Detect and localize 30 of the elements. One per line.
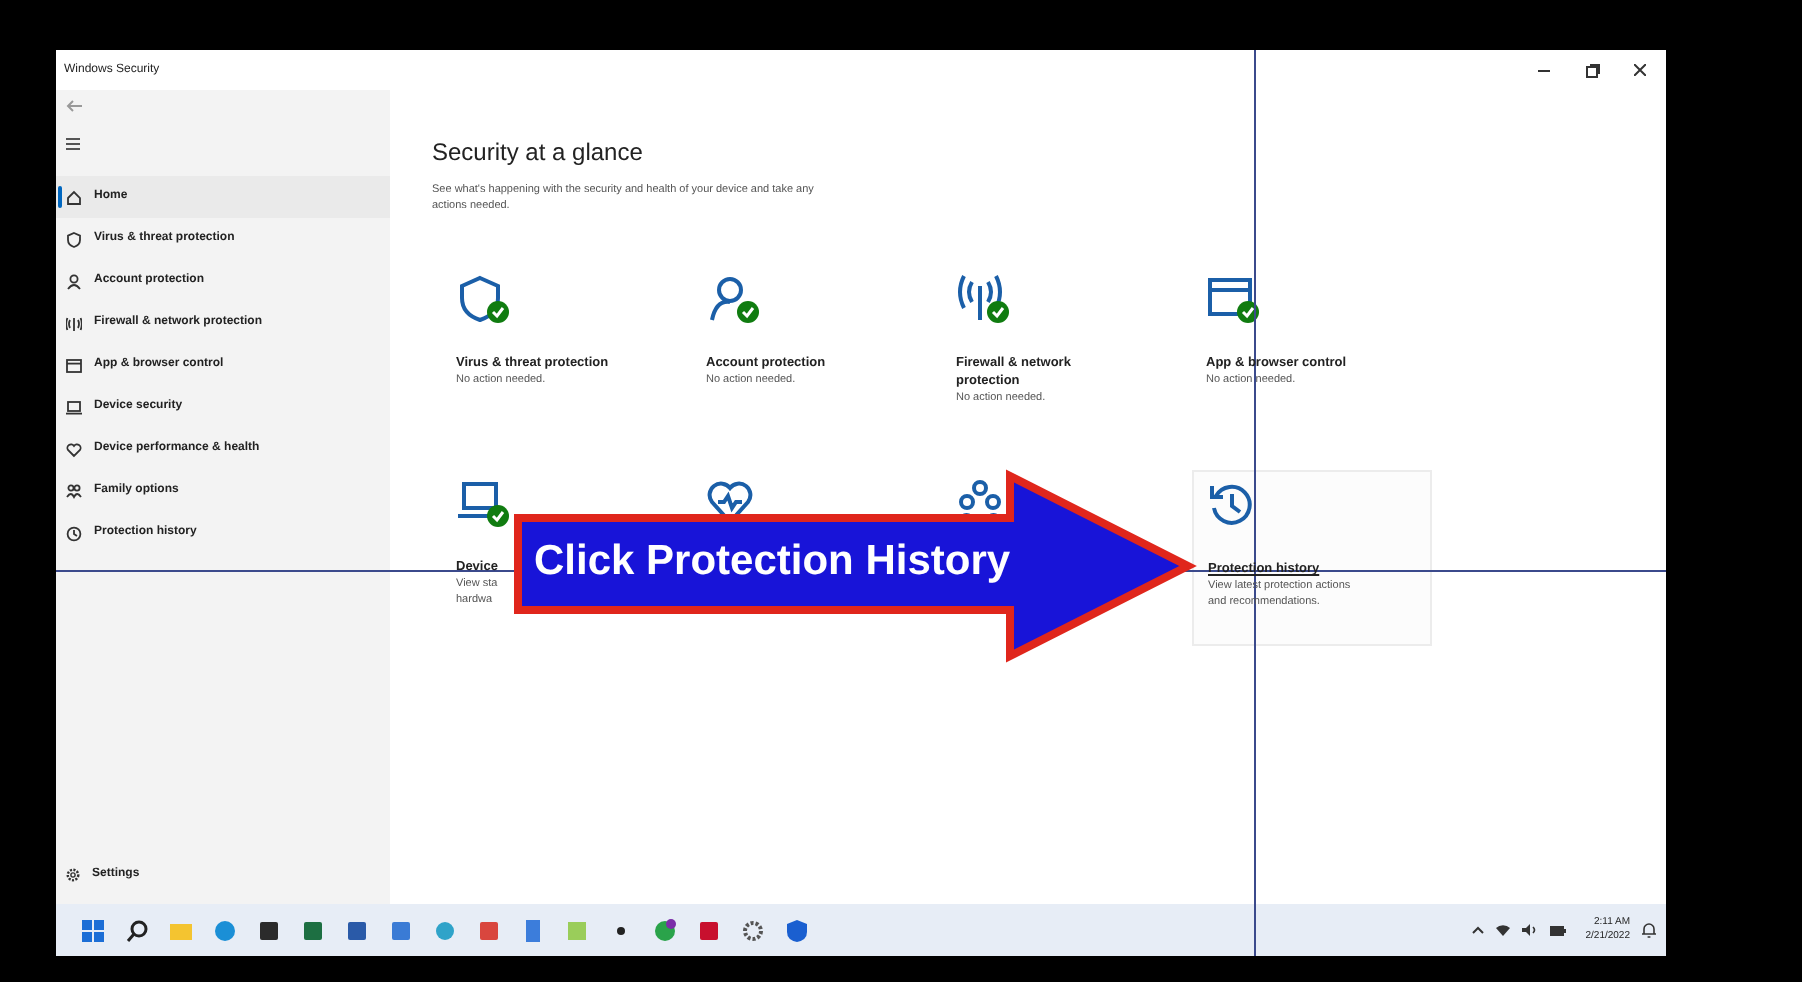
- battery-icon[interactable]: [1549, 925, 1566, 935]
- callout-text: Click Protection History: [534, 536, 1011, 588]
- browser-icon[interactable]: [212, 917, 238, 943]
- start-icon[interactable]: [80, 917, 106, 943]
- window-icon: [66, 357, 82, 373]
- restore-icon[interactable]: [1585, 63, 1599, 77]
- close-icon[interactable]: [1634, 64, 1646, 76]
- search-icon[interactable]: [124, 917, 150, 943]
- menu-icon[interactable]: [66, 138, 80, 150]
- chevron-up-icon[interactable]: [1471, 926, 1484, 934]
- wifi-icon[interactable]: [1495, 924, 1510, 936]
- people-icon: [66, 483, 82, 499]
- shield-icon[interactable]: [784, 917, 810, 943]
- shield-icon: [66, 231, 82, 247]
- app-icon[interactable]: [256, 917, 282, 943]
- house-icon: [66, 189, 82, 205]
- app-icon[interactable]: [652, 917, 678, 943]
- minimize-icon[interactable]: [1538, 69, 1550, 71]
- bell-icon[interactable]: [1642, 922, 1656, 938]
- page-heading: Security at a glance: [432, 136, 645, 170]
- laptop-icon: [66, 399, 82, 415]
- selection-indicator: [58, 186, 62, 208]
- speaker-icon[interactable]: [1521, 924, 1538, 936]
- back-arrow-icon[interactable]: [66, 100, 82, 112]
- gear-icon: [66, 867, 80, 881]
- person-icon: [66, 273, 82, 289]
- gear-icon[interactable]: [740, 917, 766, 943]
- antenna-icon: [66, 315, 82, 331]
- heart-icon: [66, 441, 82, 457]
- clock-icon: [66, 525, 82, 541]
